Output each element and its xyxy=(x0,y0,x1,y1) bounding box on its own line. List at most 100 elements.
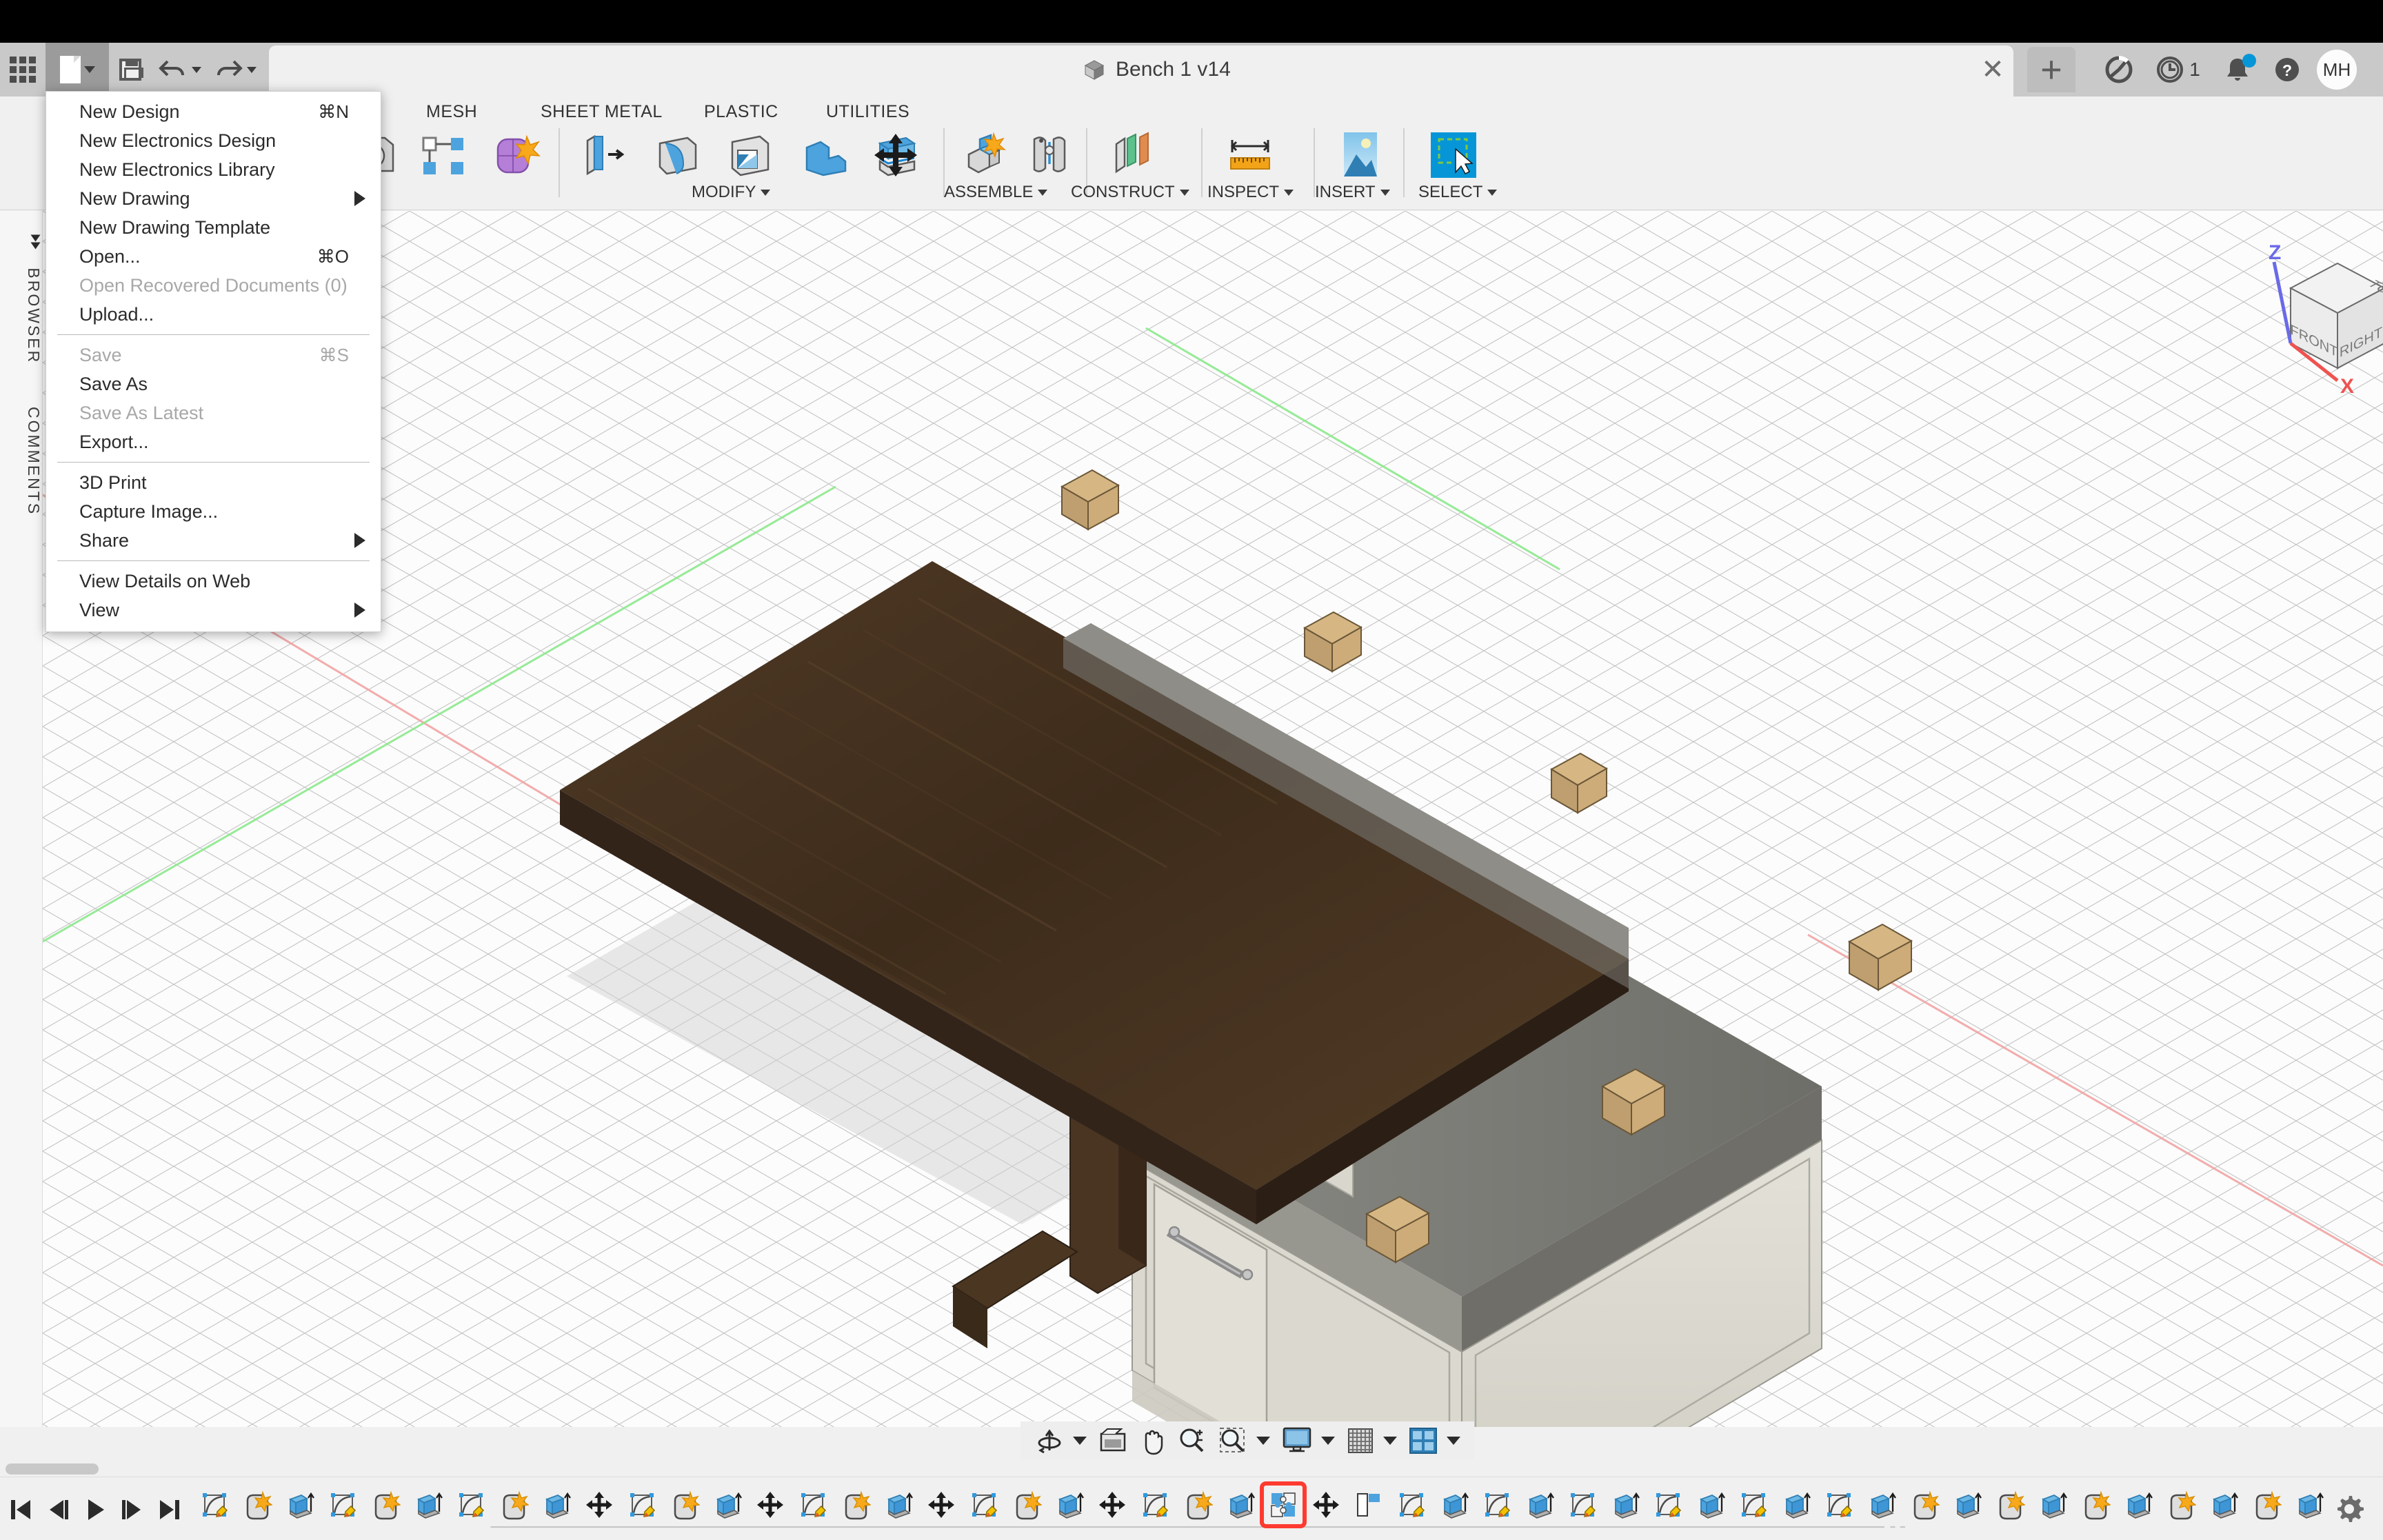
tool-form[interactable] xyxy=(483,128,549,182)
browser-panel-toggle[interactable]: BROWSER xyxy=(0,233,43,364)
extension-plug-icon[interactable] xyxy=(2096,43,2142,97)
tool-as-built-joint[interactable] xyxy=(1016,128,1083,182)
timeline-feature-sketch[interactable] xyxy=(321,1483,364,1526)
tool-joint[interactable] xyxy=(953,128,1019,182)
timeline-feature-sketch[interactable] xyxy=(1390,1483,1433,1526)
undo-arrow-icon[interactable] xyxy=(152,43,207,97)
timeline-feature-sketch[interactable] xyxy=(450,1483,492,1526)
timeline-feature-fillet[interactable] xyxy=(2245,1483,2288,1526)
tool-rib[interactable] xyxy=(410,128,476,182)
tab-plastic[interactable]: PLASTIC xyxy=(704,102,778,122)
menu-item-export[interactable]: Export... xyxy=(46,427,381,456)
timeline-feature-rectangular-pattern[interactable] xyxy=(1347,1483,1390,1526)
timeline-feature-fillet[interactable] xyxy=(1005,1483,1048,1526)
grid-snaps-button[interactable] xyxy=(1342,1423,1379,1459)
menu-item-new-electronics-library[interactable]: New Electronics Library xyxy=(46,155,381,184)
tab-sheet-metal[interactable]: SHEET METAL xyxy=(541,102,663,122)
redo-arrow-icon[interactable] xyxy=(207,43,262,97)
timeline-feature-extrude[interactable] xyxy=(2117,1483,2160,1526)
comments-panel-toggle[interactable]: COMMENTS xyxy=(0,407,43,516)
new-tab-button[interactable]: + xyxy=(2027,47,2075,92)
file-menu-popup[interactable]: New Design ⌘N New Electronics Design New El… xyxy=(46,91,381,632)
display-settings-button[interactable] xyxy=(1277,1423,1317,1459)
menu-item-new-electronics-design[interactable]: New Electronics Design xyxy=(46,126,381,155)
notification-bell-icon[interactable] xyxy=(2215,43,2260,97)
timeline-feature-sketch[interactable] xyxy=(963,1483,1005,1526)
close-tab-button[interactable]: ✕ xyxy=(1972,43,2013,97)
grid-snaps-dropdown-icon[interactable] xyxy=(1383,1437,1397,1445)
viewports-dropdown-icon[interactable] xyxy=(1447,1437,1460,1445)
3d-viewport[interactable]: TOP FRONT RIGHT Z X xyxy=(43,211,2383,1427)
timeline-feature-extrude[interactable] xyxy=(1689,1483,1732,1526)
timeline-feature-sketch[interactable] xyxy=(1561,1483,1604,1526)
menu-item-3d-print[interactable]: 3D Print xyxy=(46,468,381,497)
tool-draft[interactable] xyxy=(717,128,783,182)
menu-item-share[interactable]: Share xyxy=(46,526,381,555)
zoom-window-dropdown-icon[interactable] xyxy=(1256,1437,1270,1445)
timeline-feature-sketch[interactable] xyxy=(792,1483,834,1526)
timeline-feature-fillet[interactable] xyxy=(2160,1483,2202,1526)
menu-item-new-design[interactable]: New Design ⌘N xyxy=(46,97,381,126)
timeline-feature-extrude[interactable] xyxy=(279,1483,321,1526)
timeline-feature-extrude[interactable] xyxy=(2288,1483,2331,1526)
panel-modify-label[interactable]: MODIFY xyxy=(692,183,771,202)
viewports-button[interactable] xyxy=(1404,1423,1442,1459)
tool-select[interactable] xyxy=(1420,128,1487,182)
menu-item-new-drawing[interactable]: New Drawing xyxy=(46,184,381,213)
save-icon[interactable] xyxy=(109,43,152,97)
timeline-feature-extrude[interactable] xyxy=(877,1483,920,1526)
panel-select-label[interactable]: SELECT xyxy=(1418,183,1498,202)
timeline-feature-extrude[interactable] xyxy=(2202,1483,2245,1526)
tab-utilities[interactable]: UTILITIES xyxy=(826,102,909,122)
orbit-button[interactable] xyxy=(1030,1423,1069,1459)
tool-offset-plane[interactable] xyxy=(1100,128,1166,182)
go-to-beginning-button[interactable] xyxy=(7,1495,34,1525)
menu-item-view[interactable]: View xyxy=(46,596,381,625)
panel-construct-label[interactable]: CONSTRUCT xyxy=(1071,183,1189,202)
menu-item-new-drawing-template[interactable]: New Drawing Template xyxy=(46,213,381,242)
timeline-feature-move[interactable] xyxy=(920,1483,963,1526)
tool-move-copy[interactable] xyxy=(848,128,917,182)
panel-assemble-label[interactable]: ASSEMBLE xyxy=(944,183,1048,202)
timeline-feature-extrude[interactable] xyxy=(1219,1483,1262,1526)
timeline-feature-extrude[interactable] xyxy=(1048,1483,1091,1526)
apps-grid-icon[interactable] xyxy=(0,43,46,97)
display-settings-dropdown-icon[interactable] xyxy=(1321,1437,1335,1445)
menu-item-save-as[interactable]: Save As xyxy=(46,369,381,398)
scrollbar-thumb[interactable] xyxy=(6,1463,99,1475)
timeline-feature-sketch[interactable] xyxy=(193,1483,236,1526)
timeline-feature-move[interactable] xyxy=(749,1483,792,1526)
user-avatar[interactable]: MH xyxy=(2317,50,2357,90)
timeline-feature-extrude[interactable] xyxy=(1946,1483,1989,1526)
step-back-button[interactable] xyxy=(44,1495,72,1525)
tool-flange[interactable] xyxy=(571,128,637,182)
timeline-feature-sketch[interactable] xyxy=(1476,1483,1518,1526)
timeline-feature-extrude[interactable] xyxy=(407,1483,450,1526)
tab-mesh[interactable]: MESH xyxy=(426,102,477,122)
timeline-feature-extrude[interactable] xyxy=(535,1483,578,1526)
orbit-dropdown-icon[interactable] xyxy=(1073,1437,1087,1445)
timeline-feature-extrude[interactable] xyxy=(706,1483,749,1526)
timeline-feature-extrude[interactable] xyxy=(2031,1483,2074,1526)
timeline-settings-gear-icon[interactable] xyxy=(2331,1490,2368,1528)
tool-insert-canvas[interactable] xyxy=(1327,128,1394,182)
menu-item-capture-image[interactable]: Capture Image... xyxy=(46,497,381,526)
timeline-feature-extrude[interactable] xyxy=(1604,1483,1647,1526)
timeline-feature-sketch[interactable] xyxy=(1818,1483,1860,1526)
timeline-feature-fillet[interactable] xyxy=(663,1483,706,1526)
play-button[interactable] xyxy=(81,1495,109,1525)
timeline-feature-move[interactable] xyxy=(1091,1483,1134,1526)
pan-button[interactable] xyxy=(1135,1423,1171,1459)
timeline-feature-move[interactable] xyxy=(578,1483,621,1526)
timeline-feature-fillet[interactable] xyxy=(2074,1483,2117,1526)
go-to-end-button[interactable] xyxy=(156,1495,183,1525)
timeline-feature-sketch[interactable] xyxy=(1732,1483,1775,1526)
help-question-icon[interactable]: ? xyxy=(2264,43,2310,97)
timeline-feature-sketch[interactable] xyxy=(1134,1483,1176,1526)
timeline-feature-fillet[interactable] xyxy=(1176,1483,1219,1526)
timeline-feature-extrude[interactable] xyxy=(1860,1483,1903,1526)
menu-item-view-details-on-web[interactable]: View Details on Web xyxy=(46,567,381,596)
timeline-feature-sketch[interactable] xyxy=(621,1483,663,1526)
timeline-feature-fillet[interactable] xyxy=(364,1483,407,1526)
look-at-button[interactable] xyxy=(1094,1423,1132,1459)
